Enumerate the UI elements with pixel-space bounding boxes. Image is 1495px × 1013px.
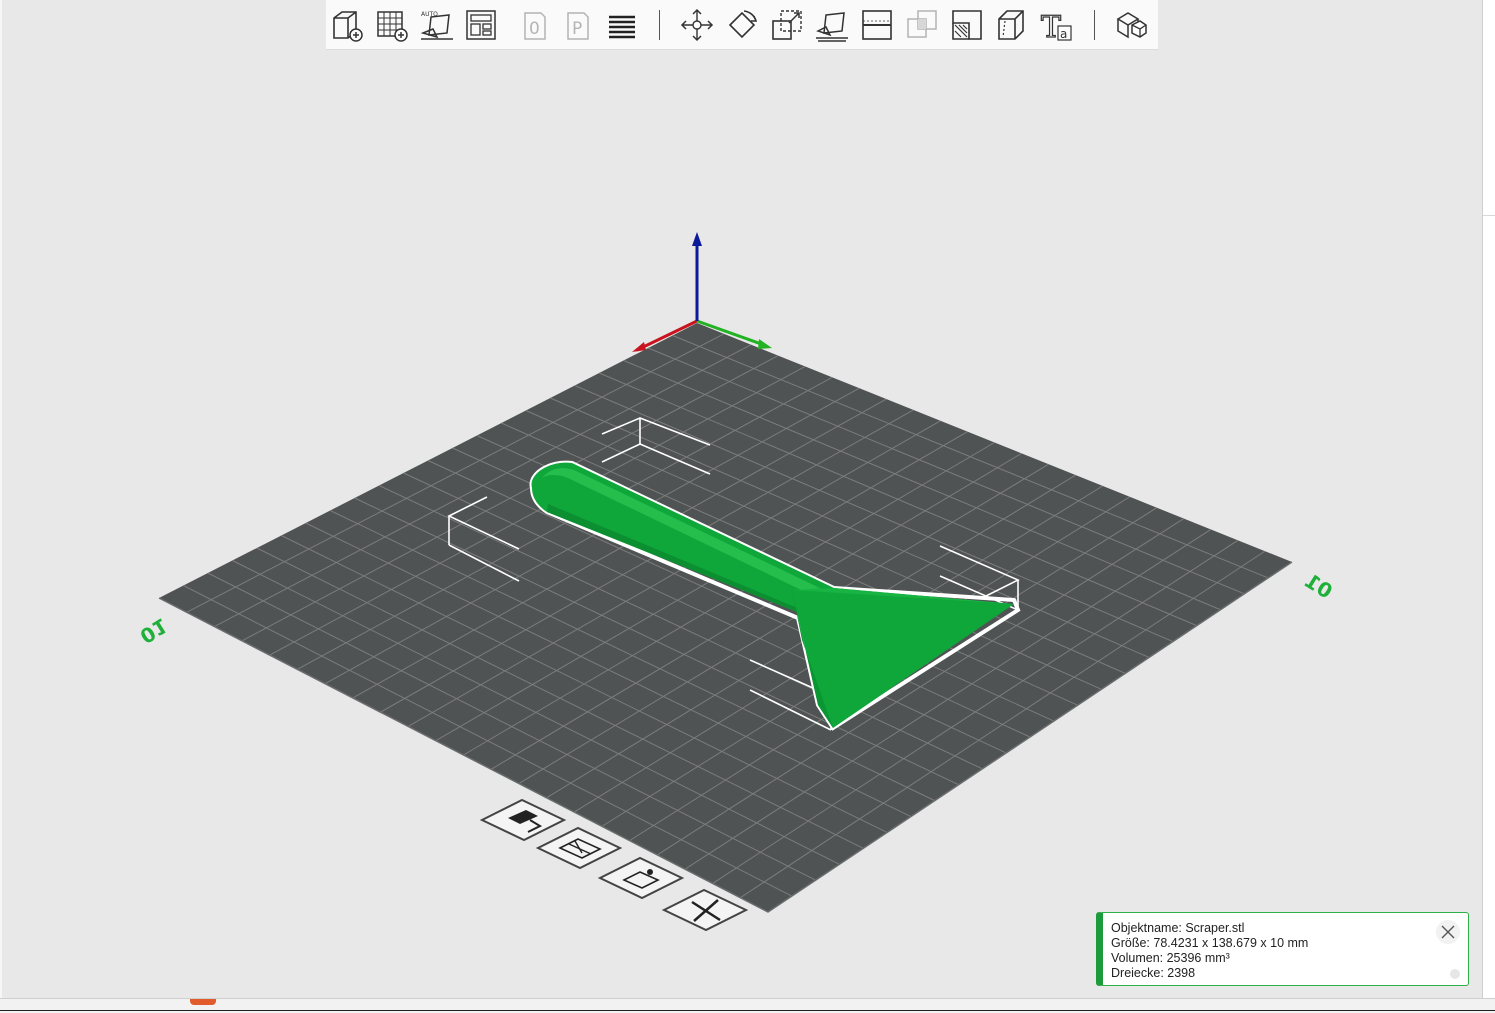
svg-text:0: 0 (529, 19, 540, 39)
right-side-panel-edge (1482, 0, 1495, 998)
seam-paint-icon[interactable] (992, 6, 1030, 44)
collapse-info-button[interactable] (1450, 969, 1460, 979)
top-toolbar: AUTO 0 P Ta (326, 0, 1158, 50)
scale-icon[interactable] (768, 6, 806, 44)
add-model-icon[interactable] (328, 6, 366, 44)
boolean-icon[interactable] (903, 6, 941, 44)
object-triangles-text: Dreiecke: 2398 (1111, 966, 1196, 980)
support-paint-icon[interactable] (948, 6, 986, 44)
plate-delete-icon[interactable] (661, 888, 749, 932)
orange-tab-marker (190, 999, 216, 1005)
object-volume-text: Volumen: 25396 mm³ (1111, 951, 1230, 965)
svg-text:P: P (572, 19, 582, 39)
lay-on-face-icon[interactable] (813, 6, 851, 44)
plate-o-icon[interactable]: 0 (516, 6, 554, 44)
plate-select-icon[interactable] (479, 798, 567, 842)
add-plate-grid-icon[interactable] (373, 6, 411, 44)
layers-icon[interactable] (604, 6, 642, 44)
3d-viewport[interactable]: 01 01 (0, 0, 1484, 998)
move-icon[interactable] (678, 6, 716, 44)
plate-actions (479, 798, 749, 932)
object-name-text: Objektname: Scraper.stl (1111, 921, 1245, 935)
svg-text:a: a (1060, 27, 1067, 41)
close-info-button[interactable] (1436, 920, 1460, 944)
cut-icon[interactable] (858, 6, 896, 44)
toolbar-separator (659, 10, 660, 40)
toolbar-separator (1094, 10, 1095, 40)
bed-label-left: 01 (136, 613, 172, 648)
bottom-status-strip (0, 998, 1495, 1013)
text-icon[interactable]: Ta (1037, 6, 1075, 44)
bed-label-right: 01 (1301, 569, 1337, 604)
assembly-icon[interactable] (1111, 6, 1149, 44)
arrange-icon[interactable] (462, 6, 500, 44)
auto-orient-icon[interactable]: AUTO (418, 6, 456, 44)
object-size-text: Größe: 78.4231 x 138.679 x 10 mm (1111, 936, 1309, 950)
plate-p-icon[interactable]: P (559, 6, 597, 44)
close-icon (1441, 925, 1455, 939)
plate-settings-icon[interactable] (597, 856, 685, 900)
plate-arrange-icon[interactable] (535, 826, 623, 870)
object-info-panel: Objektname: Scraper.stl Größe: 78.4231 x… (1096, 912, 1469, 986)
rotate-icon[interactable] (723, 6, 761, 44)
